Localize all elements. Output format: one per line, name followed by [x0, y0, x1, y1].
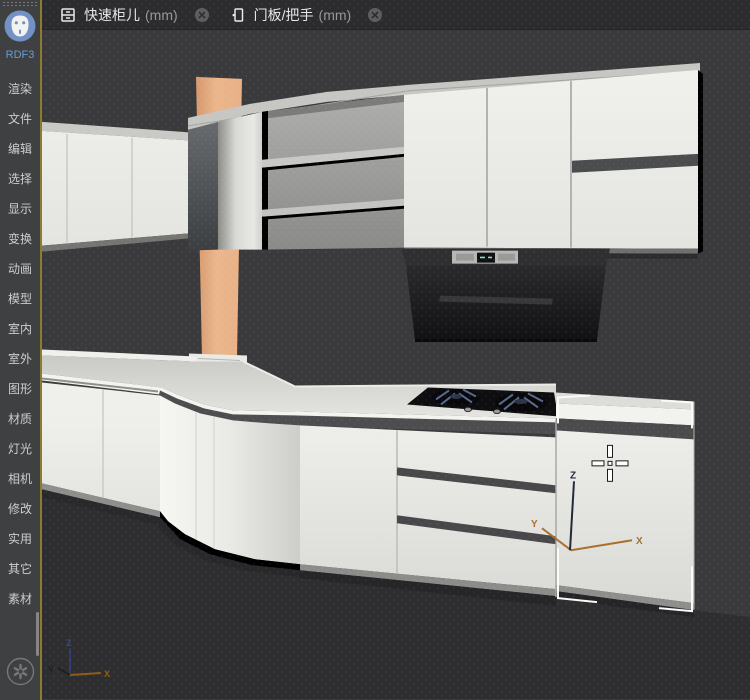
settings-gear-icon[interactable]: [6, 657, 35, 686]
sidebar-item-material[interactable]: 材质: [0, 404, 40, 434]
sidebar-item-exterior[interactable]: 室外: [0, 344, 40, 374]
world-x-label: X: [104, 669, 110, 679]
sidebar-item-interior[interactable]: 室内: [0, 314, 40, 344]
scene-canvas: Y X Z Z X Y: [42, 30, 750, 699]
gizmo-z-label: Z: [570, 470, 576, 481]
sidebar-item-camera[interactable]: 相机: [0, 464, 40, 494]
sidebar-menu: 渲染 文件 编辑 选择 显示 变换 动画 模型 室内 室外 图形 材质 灯光 相…: [0, 74, 40, 614]
tab-unit: (mm): [145, 7, 178, 23]
gizmo-x-label: X: [636, 536, 643, 547]
sidebar-item-utility[interactable]: 实用: [0, 524, 40, 554]
gizmo-y-label: Y: [531, 519, 538, 530]
sidebar-item-modify[interactable]: 修改: [0, 494, 40, 524]
upper-cabinets-left[interactable]: [42, 122, 196, 252]
main-pane: 快速柜儿 (mm) 门板/把手 (mm): [42, 0, 750, 700]
sidebar-item-model[interactable]: 模型: [0, 284, 40, 314]
base-cabinets-right[interactable]: [300, 425, 556, 606]
sidebar-item-transform[interactable]: 变换: [0, 224, 40, 254]
sidebar-item-display[interactable]: 显示: [0, 194, 40, 224]
tab-label: 快速柜儿: [84, 5, 140, 25]
sidebar-item-assets[interactable]: 素材: [0, 584, 40, 614]
sidebar-item-other[interactable]: 其它: [0, 554, 40, 584]
sidebar-item-shape[interactable]: 图形: [0, 374, 40, 404]
sidebar-item-file[interactable]: 文件: [0, 104, 40, 134]
tab-bar: 快速柜儿 (mm) 门板/把手 (mm): [42, 0, 750, 30]
tab-door-handle[interactable]: 门板/把手 (mm): [220, 0, 394, 30]
tab-quick-cabinet[interactable]: 快速柜儿 (mm): [50, 0, 220, 30]
close-icon[interactable]: [367, 7, 383, 23]
logo-label[interactable]: RDF3: [0, 49, 40, 61]
sidebar-item-animation[interactable]: 动画: [0, 254, 40, 284]
range-hood[interactable]: [402, 249, 610, 341]
sidebar-item-render[interactable]: 渲染: [0, 74, 40, 104]
world-z-label: Z: [66, 638, 72, 648]
door-icon: [230, 7, 246, 23]
sidebar-item-edit[interactable]: 编辑: [0, 134, 40, 164]
sidebar-scrollbar[interactable]: [36, 612, 39, 656]
selected-cabinet[interactable]: [556, 392, 694, 617]
sidebar-item-select[interactable]: 选择: [0, 164, 40, 194]
sidebar: RDF3 渲染 文件 编辑 选择 显示 变换 动画 模型 室内 室外 图形 材质…: [0, 0, 42, 700]
app-logo-icon[interactable]: [4, 10, 36, 42]
drag-handle-dots: [2, 1, 38, 6]
tab-label: 门板/把手: [254, 5, 314, 25]
cabinet-drawer-icon: [60, 7, 76, 23]
viewport-3d[interactable]: Y X Z Z X Y: [42, 30, 750, 700]
tab-unit: (mm): [319, 7, 352, 23]
sidebar-item-light[interactable]: 灯光: [0, 434, 40, 464]
close-icon[interactable]: [194, 7, 210, 23]
world-y-label: Y: [48, 665, 54, 675]
